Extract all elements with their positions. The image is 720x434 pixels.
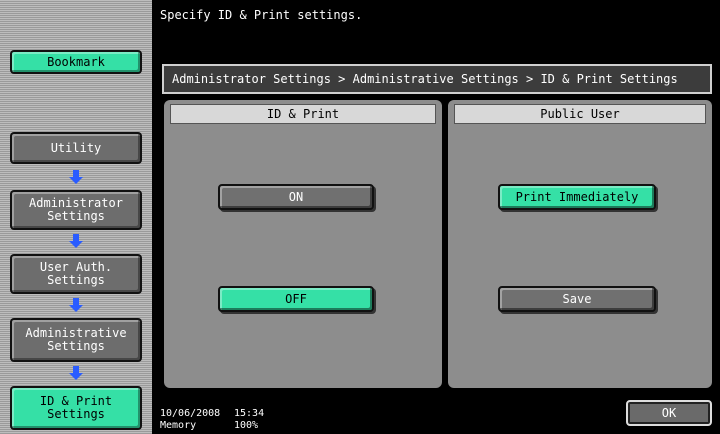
public-user-panel: Public User Print Immediately Save	[448, 100, 712, 388]
down-arrow-icon	[69, 234, 83, 248]
sidebar-item-id-print-settings[interactable]: ID & Print Settings	[10, 386, 142, 430]
message-bar: Specify ID & Print settings.	[152, 0, 720, 56]
memory-value: 100%	[234, 420, 259, 431]
down-arrow-icon	[69, 298, 83, 312]
settings-main: Administrator Settings > Administrative …	[152, 56, 720, 394]
off-button[interactable]: OFF	[218, 286, 374, 312]
sidebar-item-administrator-settings[interactable]: Administrator Settings	[10, 190, 142, 230]
status-bar: 10/06/2008 15:34 Memory 100% OK	[152, 394, 720, 434]
ok-button[interactable]: OK	[626, 400, 712, 426]
date-text: 10/06/2008	[160, 408, 221, 419]
id-print-header: ID & Print	[170, 104, 436, 124]
sidebar-item-administrative-settings[interactable]: Administrative Settings	[10, 318, 142, 362]
memory-label: Memory	[160, 420, 197, 431]
sidebar-item-utility[interactable]: Utility	[10, 132, 142, 164]
save-button[interactable]: Save	[498, 286, 656, 312]
breadcrumb: Administrator Settings > Administrative …	[162, 64, 712, 94]
public-user-header: Public User	[454, 104, 706, 124]
down-arrow-icon	[69, 366, 83, 380]
print-immediately-button[interactable]: Print Immediately	[498, 184, 656, 210]
down-arrow-icon	[69, 170, 83, 184]
time-text: 15:34	[234, 408, 265, 419]
id-print-panel: ID & Print ON OFF	[164, 100, 442, 388]
sidebar-item-user-auth-settings[interactable]: User Auth. Settings	[10, 254, 142, 294]
bookmark-button[interactable]: Bookmark	[10, 50, 142, 74]
sidebar: Bookmark Utility Administrator Settings …	[0, 0, 152, 434]
on-button[interactable]: ON	[218, 184, 374, 210]
instruction-message: Specify ID & Print settings.	[160, 8, 363, 22]
